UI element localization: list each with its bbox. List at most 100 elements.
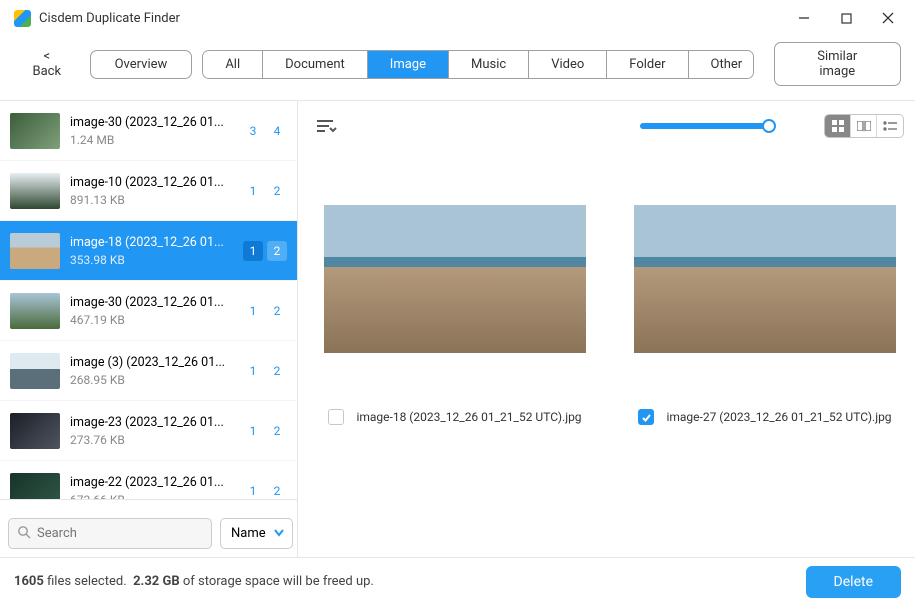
content-pane: image-18 (2023_12_26 01_21_52 UTC).jpg i… (298, 101, 915, 557)
item-filename: image-10 (2023_12_26 01... (70, 175, 233, 190)
preview-filename-right: image-27 (2023_12_26 01_21_52 UTC).jpg (666, 410, 891, 424)
item-meta: image-22 (2023_12_26 01... 673.66 KB (70, 475, 233, 500)
count-selected[interactable]: 1 (243, 181, 263, 201)
list-item[interactable]: image-10 (2023_12_26 01... 891.13 KB 12 (0, 161, 297, 221)
count-total[interactable]: 2 (267, 481, 287, 500)
list-item[interactable]: image-18 (2023_12_26 01... 353.98 KB 12 (0, 221, 297, 281)
preview-image-left (324, 205, 586, 353)
count-total[interactable]: 2 (267, 241, 287, 261)
preview-card-right[interactable]: image-27 (2023_12_26 01_21_52 UTC).jpg (634, 205, 896, 425)
item-counts: 12 (243, 481, 287, 500)
count-total[interactable]: 2 (267, 361, 287, 381)
item-filename: image (3) (2023_12_26 01... (70, 355, 233, 370)
list-item[interactable]: image-30 (2023_12_26 01...1.24 MB34 (0, 101, 297, 161)
item-counts: 12 (243, 301, 287, 321)
list-item[interactable]: image-30 (2023_12_26 01... 467.19 KB 12 (0, 281, 297, 341)
tab-other[interactable]: Other (689, 51, 754, 78)
maximize-button[interactable] (839, 11, 853, 25)
count-selected[interactable]: 1 (243, 301, 263, 321)
list-item[interactable]: image-23 (2023_12_26 01... 273.76 KB 12 (0, 401, 297, 461)
list-item[interactable]: image-22 (2023_12_26 01... 673.66 KB 12 (0, 461, 297, 499)
window-controls (797, 11, 895, 25)
zoom-thumb[interactable] (762, 119, 776, 133)
thumbnail (10, 113, 60, 149)
item-filename: image-30 (2023_12_26 01... (70, 295, 233, 310)
tab-document[interactable]: Document (263, 51, 368, 78)
tab-music[interactable]: Music (449, 51, 529, 78)
tab-all[interactable]: All (203, 51, 263, 78)
preview-card-left[interactable]: image-18 (2023_12_26 01_21_52 UTC).jpg (324, 205, 586, 425)
thumbnail (10, 233, 60, 269)
item-filesize: 353.98 KB (70, 253, 233, 267)
thumbnail (10, 293, 60, 329)
search-icon (17, 524, 31, 543)
item-filesize: 1.24 MB (70, 133, 233, 147)
similar-image-button[interactable]: Similar image (774, 42, 902, 86)
app-icon (14, 10, 31, 27)
item-filename: image-23 (2023_12_26 01... (70, 415, 233, 430)
status-bar: 1605 files selected. 2.32 GB of storage … (0, 557, 915, 605)
item-meta: image-23 (2023_12_26 01... 273.76 KB (70, 415, 233, 447)
toolbar: < Back Overview AllDocumentImageMusicVid… (0, 36, 915, 100)
sort-icon[interactable] (316, 118, 338, 134)
count-selected[interactable]: 1 (243, 421, 263, 441)
search-input[interactable] (37, 526, 203, 541)
list-item[interactable]: image (3) (2023_12_26 01... 268.95 KB 12 (0, 341, 297, 401)
thumbnail (10, 173, 60, 209)
count-selected[interactable]: 3 (243, 121, 263, 141)
count-total[interactable]: 2 (267, 421, 287, 441)
content-toolbar (298, 101, 915, 147)
item-filesize: 891.13 KB (70, 193, 233, 207)
count-total[interactable]: 2 (267, 301, 287, 321)
count-total[interactable]: 4 (267, 121, 287, 141)
sort-label: Name (231, 526, 266, 541)
list-view-button[interactable] (877, 115, 903, 137)
delete-button[interactable]: Delete (806, 566, 901, 598)
tab-video[interactable]: Video (529, 51, 607, 78)
count-selected[interactable]: 1 (243, 481, 263, 500)
search-field[interactable] (8, 518, 212, 549)
item-filesize: 673.66 KB (70, 493, 233, 500)
thumbnail (10, 353, 60, 389)
item-filesize: 268.95 KB (70, 373, 233, 387)
item-counts: 12 (243, 361, 287, 381)
item-filesize: 467.19 KB (70, 313, 233, 327)
item-counts: 12 (243, 241, 287, 261)
item-meta: image-18 (2023_12_26 01... 353.98 KB (70, 235, 233, 267)
checkbox-left[interactable] (328, 409, 344, 425)
item-filename: image-18 (2023_12_26 01... (70, 235, 233, 250)
zoom-slider[interactable] (640, 123, 770, 129)
item-meta: image-10 (2023_12_26 01... 891.13 KB (70, 175, 233, 207)
item-meta: image (3) (2023_12_26 01... 268.95 KB (70, 355, 233, 387)
tab-image[interactable]: Image (368, 51, 449, 78)
close-button[interactable] (881, 11, 895, 25)
back-button[interactable]: < Back (14, 43, 80, 85)
grid-view-button[interactable] (825, 115, 851, 137)
chevron-down-icon (272, 525, 286, 543)
sort-select[interactable]: Name (220, 518, 293, 549)
count-total[interactable]: 2 (267, 181, 287, 201)
item-filesize: 273.76 KB (70, 433, 233, 447)
title-bar: Cisdem Duplicate Finder (0, 0, 915, 36)
status-text: 1605 files selected. 2.32 GB of storage … (14, 574, 374, 589)
preview-filename-left: image-18 (2023_12_26 01_21_52 UTC).jpg (356, 410, 581, 424)
overview-button[interactable]: Overview (90, 50, 193, 79)
app-title: Cisdem Duplicate Finder (39, 11, 797, 26)
column-view-button[interactable] (851, 115, 877, 137)
item-counts: 12 (243, 421, 287, 441)
sidebar-footer: Name (0, 499, 297, 557)
duplicate-list[interactable]: image-30 (2023_12_26 01... 1.24 MB 34 image… (0, 101, 297, 499)
item-counts: 34 (243, 121, 287, 141)
thumbnail (10, 413, 60, 449)
item-counts: 12 (243, 181, 287, 201)
item-filename: image-22 (2023_12_26 01... (70, 475, 233, 490)
minimize-button[interactable] (797, 11, 811, 25)
category-tabs: AllDocumentImageMusicVideoFolderOther (202, 50, 753, 79)
count-selected[interactable]: 1 (243, 361, 263, 381)
item-meta: image-30 (2023_12_26 01... 467.19 KB (70, 295, 233, 327)
tab-folder[interactable]: Folder (607, 51, 688, 78)
count-selected[interactable]: 1 (243, 241, 263, 261)
main-area: image-30 (2023_12_26 01... 1.24 MB 34 image… (0, 100, 915, 557)
thumbnail (10, 473, 60, 500)
checkbox-right[interactable] (638, 409, 654, 425)
